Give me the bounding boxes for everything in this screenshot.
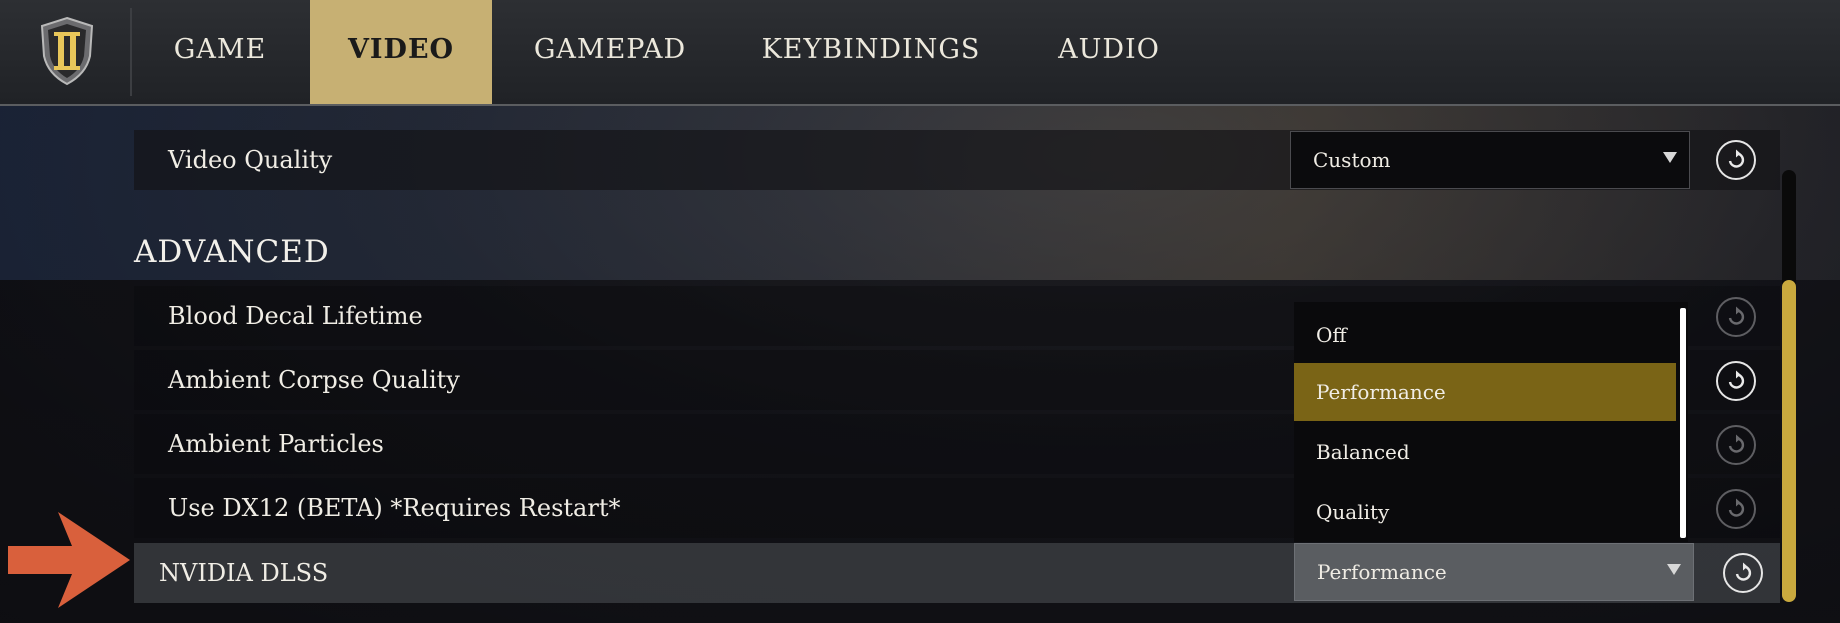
setting-label: Use DX12 (BETA) *Requires Restart* bbox=[168, 494, 621, 522]
tab-video[interactable]: VIDEO bbox=[310, 0, 492, 104]
dropdown-option-off[interactable]: Off bbox=[1294, 306, 1676, 364]
section-title-advanced: ADVANCED bbox=[134, 234, 330, 270]
select-value: Custom bbox=[1313, 148, 1391, 172]
dropdown-scrollbar[interactable] bbox=[1680, 308, 1686, 538]
setting-label: Ambient Corpse Quality bbox=[168, 366, 460, 394]
reset-icon[interactable] bbox=[1716, 361, 1756, 401]
dropdown-arrow-icon bbox=[1663, 152, 1677, 163]
dropdown-option-balanced[interactable]: Balanced bbox=[1294, 423, 1676, 481]
reset-icon[interactable] bbox=[1716, 140, 1756, 180]
tab-audio[interactable]: AUDIO bbox=[1050, 0, 1168, 104]
nav-divider bbox=[130, 8, 132, 96]
tab-gamepad[interactable]: GAMEPAD bbox=[528, 0, 692, 104]
nvidia-dlss-select[interactable]: Performance bbox=[1294, 543, 1694, 601]
game-logo-shield-icon bbox=[38, 16, 96, 86]
pointer-arrow-icon bbox=[8, 512, 130, 612]
setting-label: NVIDIA DLSS bbox=[159, 559, 329, 587]
settings-scrollbar-thumb[interactable] bbox=[1782, 280, 1796, 602]
setting-label: Blood Decal Lifetime bbox=[168, 302, 423, 330]
dropdown-arrow-icon bbox=[1667, 564, 1681, 575]
reset-icon[interactable] bbox=[1716, 489, 1756, 529]
setting-label: Video Quality bbox=[168, 146, 333, 174]
dlss-dropdown-list: Off Performance Balanced Quality bbox=[1294, 302, 1688, 542]
reset-icon[interactable] bbox=[1723, 553, 1763, 593]
reset-icon[interactable] bbox=[1716, 425, 1756, 465]
video-quality-select[interactable]: Custom bbox=[1290, 131, 1690, 189]
dropdown-option-quality[interactable]: Quality bbox=[1294, 483, 1676, 541]
dropdown-option-performance[interactable]: Performance bbox=[1294, 363, 1676, 421]
setting-label: Ambient Particles bbox=[168, 430, 384, 458]
tab-keybindings[interactable]: KEYBINDINGS bbox=[760, 0, 982, 104]
tab-game[interactable]: GAME bbox=[160, 0, 280, 104]
select-value: Performance bbox=[1317, 560, 1447, 584]
reset-icon[interactable] bbox=[1716, 297, 1756, 337]
top-navigation: GAME VIDEO GAMEPAD KEYBINDINGS AUDIO bbox=[0, 0, 1840, 106]
